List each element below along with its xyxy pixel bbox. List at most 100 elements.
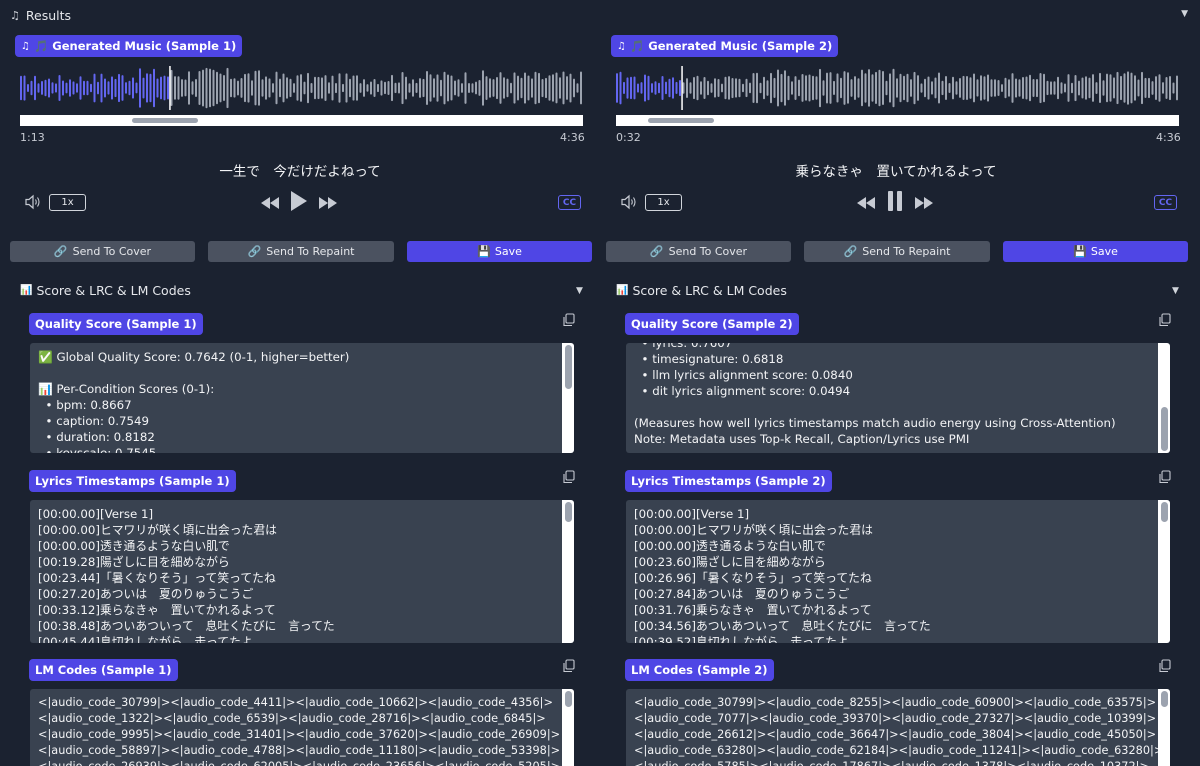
- captions-button[interactable]: CC: [558, 195, 581, 210]
- lm-codes-textbox[interactable]: <|audio_code_30799|><|audio_code_8255|><…: [626, 689, 1170, 766]
- playback-speed-button[interactable]: 1x: [645, 194, 682, 211]
- waveform-bar: [331, 75, 334, 101]
- textbox-scroll-thumb[interactable]: [1161, 502, 1168, 522]
- textbox-scroll-thumb[interactable]: [565, 502, 572, 522]
- waveform-bar: [1043, 73, 1045, 103]
- waveform-bar: [738, 78, 741, 98]
- waveform-bar: [352, 75, 355, 101]
- waveform-bar: [892, 68, 895, 108]
- textbox-scrollbar[interactable]: [1158, 343, 1170, 453]
- waveform-bar: [857, 78, 860, 98]
- waveform[interactable]: [616, 66, 1179, 110]
- waveform-bar: [980, 75, 982, 101]
- send-to-repaint-button[interactable]: 🔗 Send To Repaint: [804, 241, 990, 262]
- copy-icon[interactable]: [562, 469, 576, 484]
- total-duration: 4:36: [560, 131, 585, 144]
- textbox-scroll-thumb[interactable]: [565, 345, 572, 389]
- waveform-bar: [1095, 82, 1098, 94]
- rewind-icon[interactable]: [856, 194, 876, 213]
- waveform-bar: [93, 73, 96, 103]
- playback-speed-button[interactable]: 1x: [49, 194, 86, 211]
- generated-music-label: ♫ 🎵 Generated Music (Sample 2): [611, 35, 839, 57]
- rewind-icon[interactable]: [260, 194, 280, 213]
- collapse-caret-icon[interactable]: ▼: [576, 286, 583, 296]
- waveform-bar: [272, 83, 274, 93]
- waveform-bar: [244, 73, 246, 103]
- lyrics-timestamps-textbox[interactable]: [00:00.00][Verse 1] [00:00.00]ヒマワリが咲く頃に出会…: [626, 500, 1170, 643]
- waveform[interactable]: [20, 66, 583, 110]
- waveform-bar: [658, 82, 660, 94]
- captions-button[interactable]: CC: [1154, 195, 1177, 210]
- waveform-bar: [499, 72, 502, 104]
- save-button[interactable]: 💾 Save: [407, 241, 592, 262]
- textbox-scrollbar[interactable]: [562, 689, 574, 766]
- waveform-bar: [854, 76, 856, 100]
- pause-icon[interactable]: [886, 190, 904, 216]
- textbox-scrollbar[interactable]: [1158, 500, 1170, 643]
- waveform-bar: [822, 80, 825, 96]
- playhead-cursor[interactable]: [681, 66, 683, 110]
- send-to-cover-button[interactable]: 🔗 Send To Cover: [606, 241, 791, 262]
- results-header[interactable]: ♫ Results ▼: [0, 0, 1200, 30]
- textbox-scroll-thumb[interactable]: [1161, 407, 1168, 451]
- play-icon[interactable]: [290, 190, 308, 216]
- copy-icon[interactable]: [562, 658, 576, 673]
- lm-codes-textbox[interactable]: <|audio_code_30799|><|audio_code_4411|><…: [30, 689, 574, 766]
- waveform-svg[interactable]: [616, 66, 1179, 110]
- lyrics-timestamps-textbox[interactable]: [00:00.00][Verse 1] [00:00.00]ヒマワリが咲く頃に出会…: [30, 500, 574, 643]
- send-to-repaint-button[interactable]: 🔗 Send To Repaint: [208, 241, 394, 262]
- copy-icon[interactable]: [1158, 469, 1172, 484]
- lyrics-timestamp-line: [00:23.44]「暑くなりそう」って笑ってたね: [38, 571, 276, 585]
- waveform-bar: [955, 81, 958, 95]
- lyrics-timestamp-line: [00:45.44]息切れしながら 走ってたよ: [38, 635, 253, 643]
- waveform-bar: [1088, 77, 1091, 99]
- waveform-bar: [191, 81, 194, 95]
- waveform-scrollbar[interactable]: [616, 115, 1179, 126]
- waveform-bar: [1008, 79, 1010, 97]
- waveform-bar: [503, 77, 505, 99]
- waveform-bar: [829, 72, 832, 104]
- textbox-scroll-thumb[interactable]: [565, 691, 572, 707]
- link-icon: 🔗: [53, 245, 68, 258]
- waveform-bar: [864, 73, 867, 103]
- textbox-scrollbar[interactable]: [562, 500, 574, 643]
- textbox-scroll-thumb[interactable]: [1161, 691, 1168, 707]
- send-to-cover-button[interactable]: 🔗 Send To Cover: [10, 241, 195, 262]
- waveform-bar: [861, 69, 863, 107]
- lyrics-timestamps-label: Lyrics Timestamps (Sample 2): [625, 470, 832, 492]
- quality-score-label: Quality Score (Sample 2): [625, 313, 799, 335]
- volume-icon[interactable]: [24, 194, 42, 210]
- waveform-bar: [948, 83, 951, 93]
- waveform-scrollbar[interactable]: [20, 115, 583, 126]
- textbox-scrollbar[interactable]: [562, 343, 574, 453]
- textbox-scrollbar[interactable]: [1158, 689, 1170, 766]
- quality-score-textbox[interactable]: • lyrics: 0.7607 • timesignature: 0.6818…: [626, 343, 1170, 453]
- waveform-scroll-thumb[interactable]: [648, 118, 714, 123]
- waveform-bar: [787, 75, 790, 101]
- waveform-scroll-thumb[interactable]: [132, 118, 198, 123]
- forward-icon[interactable]: [914, 194, 934, 213]
- forward-icon[interactable]: [318, 194, 338, 213]
- score-section-header[interactable]: 📊 Score & LRC & LM Codes: [20, 283, 191, 298]
- waveform-bar: [973, 73, 975, 103]
- collapse-caret-icon[interactable]: ▼: [1181, 9, 1188, 19]
- score-section-header[interactable]: 📊 Score & LRC & LM Codes: [616, 283, 787, 298]
- playhead-cursor[interactable]: [169, 66, 171, 110]
- lm-code-line: <|audio_code_63280|><|audio_code_62184|>…: [634, 744, 1164, 757]
- lm-code-line: <|audio_code_7077|><|audio_code_39370|><…: [634, 712, 1157, 725]
- copy-icon[interactable]: [1158, 312, 1172, 327]
- copy-icon[interactable]: [1158, 658, 1172, 673]
- volume-icon[interactable]: [620, 194, 638, 210]
- save-button[interactable]: 💾 Save: [1003, 241, 1188, 262]
- quality-score-textbox[interactable]: ✅ Global Quality Score: 0.7642 (0-1, hig…: [30, 343, 574, 453]
- transport-controls: [856, 191, 934, 215]
- waveform-bar: [623, 81, 625, 94]
- copy-icon[interactable]: [562, 312, 576, 327]
- waveform-bar: [114, 78, 117, 98]
- waveform-svg[interactable]: [20, 66, 583, 110]
- waveform-bar: [679, 80, 681, 97]
- waveform-bar: [128, 80, 131, 96]
- waveform-bar: [230, 78, 232, 98]
- waveform-bar: [86, 80, 89, 96]
- collapse-caret-icon[interactable]: ▼: [1172, 286, 1179, 296]
